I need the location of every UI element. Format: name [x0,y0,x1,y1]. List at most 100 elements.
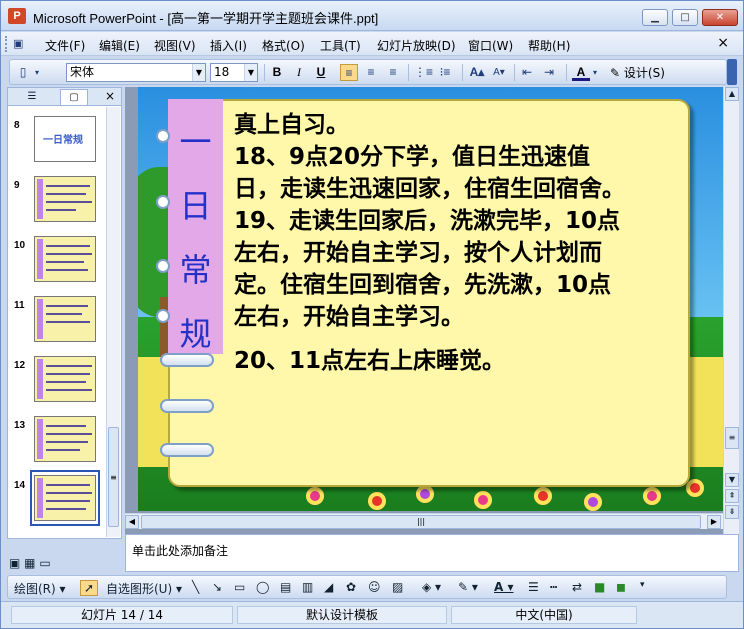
slide-text-line[interactable]: 20、11点左右上床睡觉。 [234,341,505,375]
menu-insert[interactable]: 插入(I) [210,37,247,54]
autoshapes-button[interactable]: 自选图形(U) ▾ [106,580,182,597]
normal-view-icon[interactable]: ▣ [9,556,20,570]
font-color-icon[interactable]: A [572,64,590,81]
shadow-style-icon[interactable]: ■ [594,580,605,594]
doc-icon[interactable]: ▣ [13,37,23,50]
toolbar-options-icon[interactable]: ▾ [640,580,645,590]
slide-text-line[interactable]: 日，走读生迅速回家，住宿生回宿舍。 [234,169,625,203]
tab-slides[interactable]: ▢ [60,89,88,105]
dash-style-icon[interactable]: ┅ [550,580,557,594]
arrow-tool-icon[interactable]: ↘ [212,580,222,594]
slideshow-view-icon[interactable]: ▭ [39,556,50,570]
sorter-view-icon[interactable]: ▦ [24,556,35,570]
decrease-indent-icon[interactable]: ⇤ [518,64,536,81]
chevron-down-icon[interactable]: ▼ [192,64,205,81]
slide-thumbnail[interactable] [34,236,96,282]
align-center-icon[interactable]: ≡ [362,64,380,81]
slide-canvas[interactable]: 一 日 常 规 真上自习。 18、9点20分下学，值日生迅速值 日，走读生迅速回… [138,87,723,511]
line-tool-icon[interactable]: ╲ [192,580,199,594]
document-close-icon[interactable]: × [717,35,729,51]
slide-text-line[interactable]: 19、走读生回家后，洗漱完毕，10点 [234,201,620,235]
menu-edit[interactable]: 编辑(E) [99,37,140,54]
scroll-right-icon[interactable]: ▶ [707,515,721,529]
scroll-down-icon[interactable]: ▼ [725,473,739,487]
3d-style-icon[interactable]: ◼ [616,580,626,594]
font-name-select[interactable]: 宋体 ▼ [66,63,206,82]
slide-thumbnail[interactable] [34,356,96,402]
slide-text-line[interactable]: 定。住宿生回到宿舍，先洗漱，10点 [234,265,611,299]
slide-horizontal-scrollbar[interactable]: ◀ ||| ▶ [125,513,723,529]
menu-format[interactable]: 格式(O) [262,37,305,54]
notes-placeholder[interactable]: 单击此处添加备注 [132,542,228,559]
window-title: Microsoft PowerPoint - [高一第一学期开学主题班会课件.p… [33,11,379,26]
next-slide-icon[interactable]: ⇟ [725,505,739,519]
slide-text-line[interactable]: 左右，开始自主学习，按个人计划而 [234,233,602,267]
vertical-scroll-thumb[interactable]: ≡ [725,427,739,449]
scroll-up-icon[interactable]: ▲ [725,87,739,101]
align-right-icon[interactable]: ≡ [384,64,402,81]
rectangle-tool-icon[interactable]: ▭ [234,580,245,594]
font-color-draw-icon[interactable]: A ▾ [494,580,514,594]
horizontal-scroll-thumb[interactable]: ||| [141,515,701,529]
menu-tools[interactable]: 工具(T) [320,37,361,54]
line-color-icon[interactable]: ✎ ▾ [458,580,478,594]
close-button[interactable]: ✕ [702,9,738,26]
oval-tool-icon[interactable]: ◯ [256,580,269,594]
fill-color-icon[interactable]: ◈ ▾ [422,580,441,594]
menu-slideshow[interactable]: 幻灯片放映(D) [377,37,456,54]
flower-decoration [306,487,324,505]
vertical-textbox-icon[interactable]: ▥ [302,580,313,594]
menu-grip-icon[interactable] [5,36,8,52]
slide-thumbnail-selected[interactable] [34,475,96,521]
menu-window[interactable]: 窗口(W) [468,37,513,54]
numbering-icon[interactable]: ⋮≡ [414,64,433,81]
powerpoint-app-icon[interactable]: P [8,8,26,24]
slide-text-line[interactable]: 18、9点20分下学，值日生迅速值 [234,137,590,171]
toolbar-separator [264,64,265,81]
draw-menu-button[interactable]: 绘图(R) ▾ [14,580,66,597]
panel-close-icon[interactable]: × [105,89,115,103]
font-size-select[interactable]: 18 ▼ [210,63,258,82]
italic-button[interactable]: I [290,64,308,81]
line-style-icon[interactable]: ☰ [528,580,539,594]
maximize-button[interactable]: □ [672,9,698,26]
font-color-dropdown-icon[interactable]: ▾ [590,64,600,81]
bold-button[interactable]: B [268,64,286,81]
slide-text-line[interactable]: 左右，开始自主学习。 [234,297,464,331]
menu-file[interactable]: 文件(F) [45,37,85,54]
toolbar-options-icon[interactable] [727,59,737,85]
increase-indent-icon[interactable]: ⇥ [540,64,558,81]
align-left-icon[interactable]: ≡ [340,64,358,81]
decrease-font-icon[interactable]: A▾ [490,64,508,81]
status-template[interactable]: 默认设计模板 [237,606,447,624]
clipart-icon[interactable]: ☺ [368,580,381,594]
panel-scroll-thumb[interactable]: ≡ [108,427,119,527]
menu-help[interactable]: 帮助(H) [528,37,570,54]
notes-pane[interactable]: 单击此处添加备注 [125,534,739,572]
tab-outline[interactable]: ☰ [18,89,46,105]
previous-slide-icon[interactable]: ⇞ [725,489,739,503]
slide-thumbnail[interactable]: 一日常规 [34,116,96,162]
design-button[interactable]: ✎ 设计(S) [610,64,665,81]
underline-button[interactable]: U [312,64,330,81]
wordart-icon[interactable]: ◢ [324,580,333,594]
slide-text-line[interactable]: 真上自习。 [234,105,349,139]
increase-font-icon[interactable]: A▴ [468,64,486,81]
new-file-icon[interactable]: ▯ [14,64,32,81]
menu-view[interactable]: 视图(V) [154,37,196,54]
toolbar-dropdown-icon[interactable]: ▾ [32,64,42,81]
picture-icon[interactable]: ▨ [392,580,403,594]
textbox-tool-icon[interactable]: ▤ [280,580,291,594]
chevron-down-icon[interactable]: ▼ [244,64,257,81]
slide-thumbnail[interactable] [34,176,96,222]
minimize-button[interactable]: ▁ [642,9,668,26]
slide-thumbnail[interactable] [34,296,96,342]
arrow-style-icon[interactable]: ⇄ [572,580,582,594]
slide-vertical-scrollbar[interactable]: ▲ ≡ ▼ ⇞ ⇟ [723,87,739,534]
select-pointer-icon[interactable]: ➚ [80,580,99,596]
diagram-icon[interactable]: ✿ [346,580,356,594]
bullets-icon[interactable]: ⁝≡ [436,64,454,81]
scroll-left-icon[interactable]: ◀ [125,515,139,529]
slide-thumbnail[interactable] [34,416,96,462]
panel-scrollbar[interactable]: ≡ [106,107,120,537]
